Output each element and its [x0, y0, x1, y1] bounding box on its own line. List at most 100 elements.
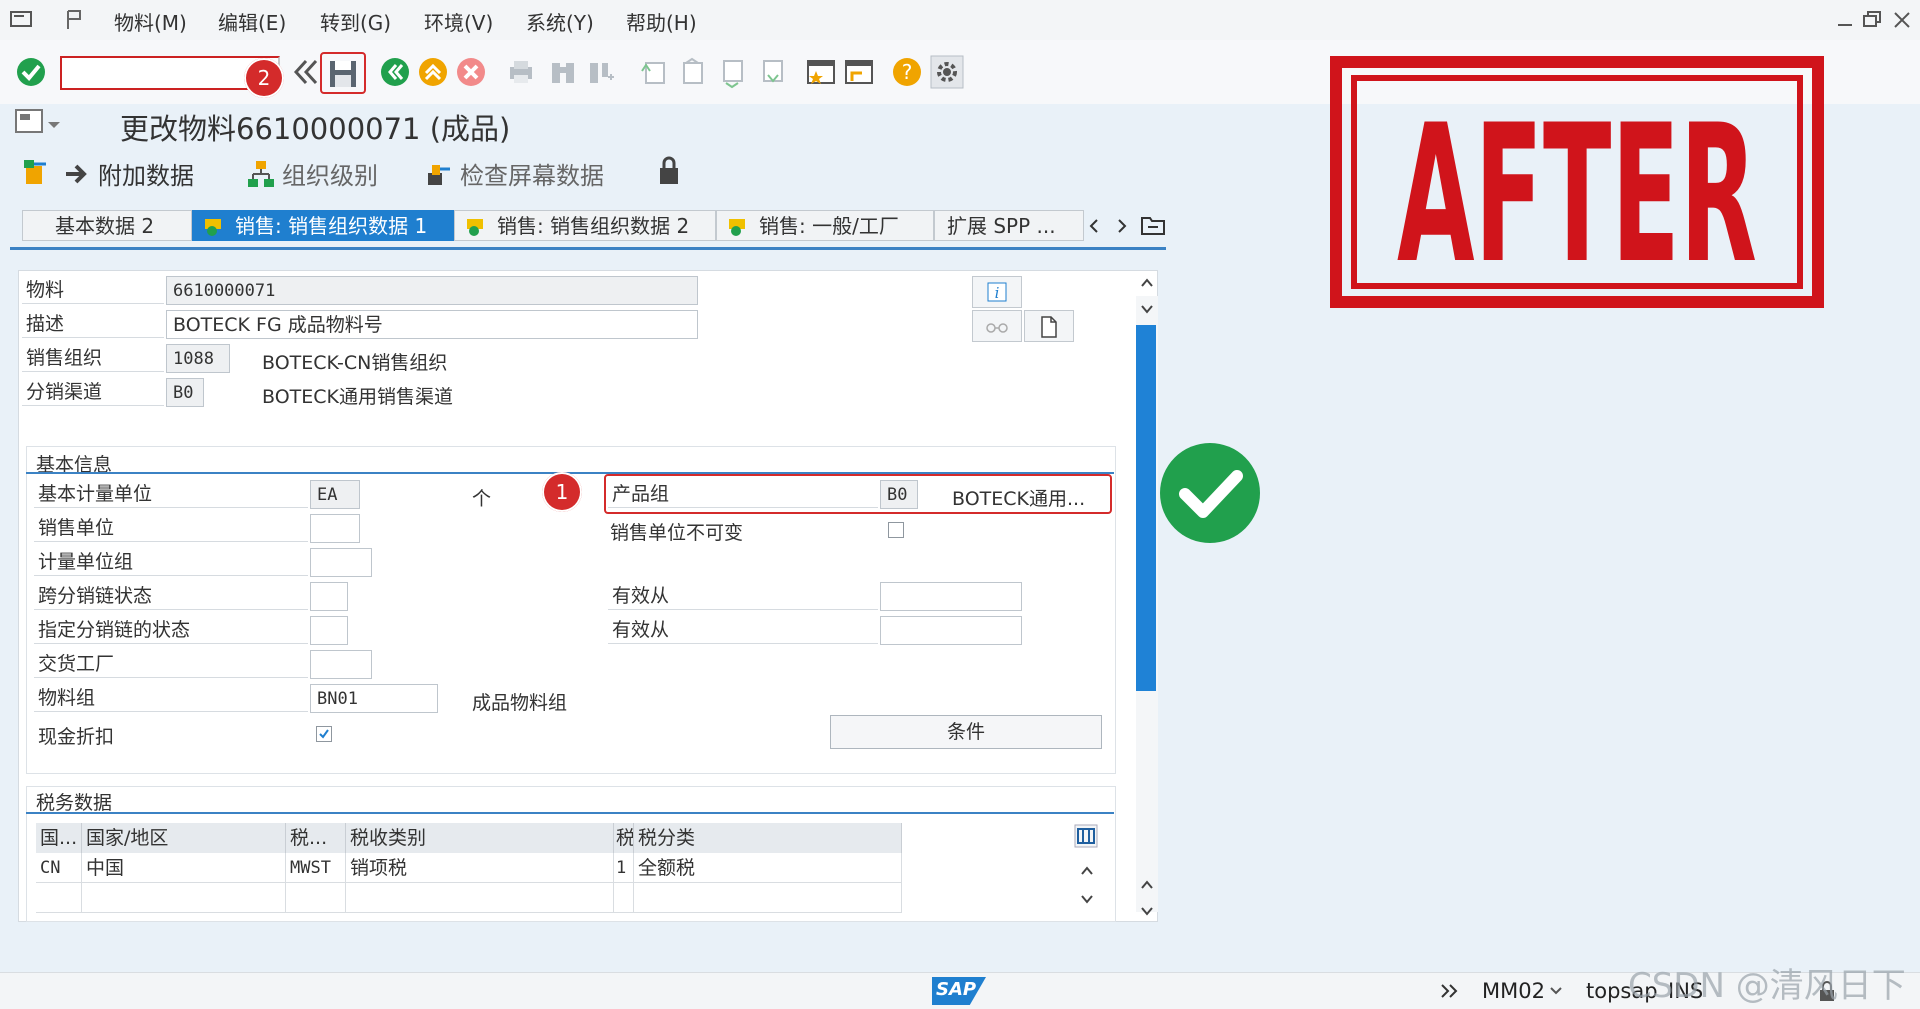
menu-help[interactable]: 帮助(H): [626, 7, 697, 36]
table-header-cell[interactable]: 税...: [286, 823, 346, 853]
table-cell[interactable]: [346, 883, 614, 913]
print-icon[interactable]: [504, 55, 538, 89]
exit-icon[interactable]: [416, 55, 450, 89]
tab-extend-spp[interactable]: 扩展 SPP ...: [934, 210, 1084, 241]
sap-menu-icon[interactable]: [10, 10, 34, 30]
description-label: 描述: [22, 310, 164, 338]
table-scroll-down-icon[interactable]: [1078, 892, 1096, 906]
minimize-icon[interactable]: [1836, 12, 1856, 28]
step-marker-1: 1: [542, 472, 582, 512]
next-page-icon[interactable]: [716, 55, 750, 89]
table-header-cell[interactable]: 税分类: [634, 823, 902, 853]
save-button[interactable]: [320, 52, 366, 94]
arrow-right-icon: [66, 164, 87, 183]
back-icon[interactable]: [378, 55, 412, 89]
table-header-cell[interactable]: 税: [614, 823, 634, 853]
description-field[interactable]: BOTECK FG 成品物料号: [166, 310, 698, 339]
status-tcode[interactable]: MM02: [1482, 979, 1545, 1003]
close-window-icon[interactable]: [1892, 10, 1912, 30]
additional-data-button[interactable]: 附加数据: [64, 156, 194, 191]
uom-group-field[interactable]: [310, 548, 372, 577]
restore-icon[interactable]: [1862, 10, 1884, 30]
table-header-cell[interactable]: 税收类别: [346, 823, 614, 853]
tab-label: 销售: 销售组织数据 1: [235, 214, 428, 238]
conditions-button[interactable]: 条件: [830, 715, 1102, 749]
table-cell[interactable]: [634, 883, 902, 913]
scroll-bottom-up-icon[interactable]: [1138, 878, 1156, 892]
tab-sales-org-1[interactable]: 销售: 销售组织数据 1: [192, 210, 454, 241]
check-screen-data-button[interactable]: 检查屏幕数据: [424, 156, 604, 191]
sales-org-field[interactable]: 1088: [166, 344, 230, 373]
last-page-icon[interactable]: [756, 55, 790, 89]
base-uom-field[interactable]: EA: [310, 480, 360, 509]
table-cell[interactable]: CN: [36, 853, 82, 883]
scrollbar-thumb[interactable]: [1136, 325, 1156, 691]
tab-scroll-left-icon[interactable]: [1084, 216, 1104, 236]
first-page-icon[interactable]: [636, 55, 670, 89]
cancel-icon[interactable]: [454, 55, 488, 89]
tab-sales-general-plant[interactable]: 销售: 一般/工厂: [716, 210, 934, 241]
info-button[interactable]: i: [972, 276, 1022, 308]
screen-layout-icon[interactable]: [14, 108, 60, 136]
dist-channel-field[interactable]: B0: [166, 378, 204, 407]
back-double-arrow-icon[interactable]: [288, 55, 322, 89]
lock-icon[interactable]: [656, 156, 682, 186]
sales-unit-field[interactable]: [310, 514, 360, 543]
menu-material[interactable]: 物料(M): [114, 7, 187, 36]
scroll-down-icon[interactable]: [1138, 302, 1156, 316]
tab-scroll-right-icon[interactable]: [1112, 216, 1132, 236]
x-chain-status-field[interactable]: [310, 582, 348, 611]
menu-edit[interactable]: 编辑(E): [218, 7, 286, 36]
sales-unit-not-var-checkbox[interactable]: [888, 522, 904, 538]
table-cell[interactable]: 中国: [82, 853, 286, 883]
menu-system[interactable]: 系统(Y): [526, 7, 594, 36]
table-header-cell[interactable]: 国家/地区: [82, 823, 286, 853]
tab-sales-org-2[interactable]: 销售: 销售组织数据 2: [454, 210, 716, 241]
table-cell[interactable]: [82, 883, 286, 913]
table-cell[interactable]: 1: [614, 853, 634, 883]
scroll-up-icon[interactable]: [1138, 276, 1156, 290]
tax-header: 税务数据: [36, 792, 113, 814]
base-uom-label: 基本计量单位: [34, 480, 308, 508]
help-icon[interactable]: ?: [890, 55, 924, 89]
find-next-icon[interactable]: [584, 55, 618, 89]
table-cell[interactable]: MWST: [286, 853, 346, 883]
document-icon: [1041, 316, 1057, 338]
enter-check-icon[interactable]: [14, 55, 48, 89]
create-session-icon[interactable]: [804, 55, 838, 89]
material-group-field[interactable]: BN01: [310, 684, 438, 713]
table-scroll-up-icon[interactable]: [1078, 864, 1096, 878]
svg-text:?: ?: [902, 60, 913, 84]
table-cell[interactable]: [36, 883, 82, 913]
material-field[interactable]: 6610000071: [166, 276, 698, 305]
status-expand-icon[interactable]: [1438, 981, 1462, 1001]
tab-list-icon[interactable]: [1140, 214, 1166, 236]
menu-goto[interactable]: 转到(G): [320, 7, 391, 36]
customize-layout-icon[interactable]: [930, 55, 964, 89]
display-button[interactable]: [972, 310, 1022, 342]
previous-page-icon[interactable]: [676, 55, 710, 89]
table-cell[interactable]: [614, 883, 634, 913]
scroll-bottom-down-icon[interactable]: [1138, 904, 1156, 918]
chevron-down-icon[interactable]: [1548, 983, 1564, 999]
table-cell[interactable]: 全额税: [634, 853, 902, 883]
valid-from-field-1[interactable]: [880, 582, 1022, 611]
valid-from-field-2[interactable]: [880, 616, 1022, 645]
table-header-cell[interactable]: 国...: [36, 823, 82, 853]
find-icon[interactable]: [546, 55, 580, 89]
cash-discount-checkbox[interactable]: [316, 726, 332, 742]
customize-icon[interactable]: [64, 9, 86, 31]
menu-environment[interactable]: 环境(V): [424, 7, 493, 36]
sap-logo-text: SAP: [936, 979, 977, 1000]
dchain-status-field[interactable]: [310, 616, 348, 645]
document-button[interactable]: [1024, 310, 1074, 342]
table-cell[interactable]: [286, 883, 346, 913]
product-group-field[interactable]: B0: [880, 480, 918, 509]
org-levels-button[interactable]: 组织级别: [246, 156, 378, 191]
delivering-plant-field[interactable]: [310, 650, 372, 679]
generate-shortcut-icon[interactable]: [842, 55, 876, 89]
tab-basic-data-2[interactable]: 基本数据 2: [22, 210, 192, 241]
table-cell[interactable]: 销项税: [346, 853, 614, 883]
other-material-button[interactable]: [20, 156, 50, 186]
column-settings-icon[interactable]: [1074, 824, 1098, 848]
